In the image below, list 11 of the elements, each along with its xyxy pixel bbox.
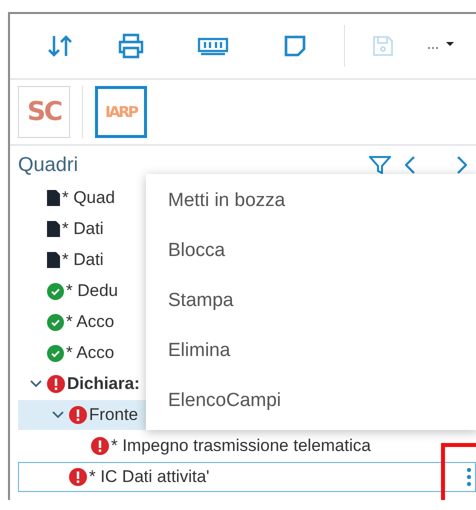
tree-item-label: Fronte <box>89 405 138 425</box>
tree-item-label: * Acco <box>66 312 114 332</box>
tree-item-label: * IC Dati attivita' <box>89 467 210 487</box>
tree-item-label: * Dati <box>62 219 104 239</box>
tree-item-label: * Impegno trasmissione telematica <box>111 436 371 456</box>
tree-item-label: Dichiara: <box>67 374 140 394</box>
tree-item-label: * Dedu <box>66 281 118 301</box>
tree-item-label: * Acco <box>66 343 114 363</box>
panel-title: Quadri <box>18 154 80 176</box>
tree-item-label: * Quad <box>62 188 115 208</box>
tree-item-label: * Dati <box>62 250 104 270</box>
